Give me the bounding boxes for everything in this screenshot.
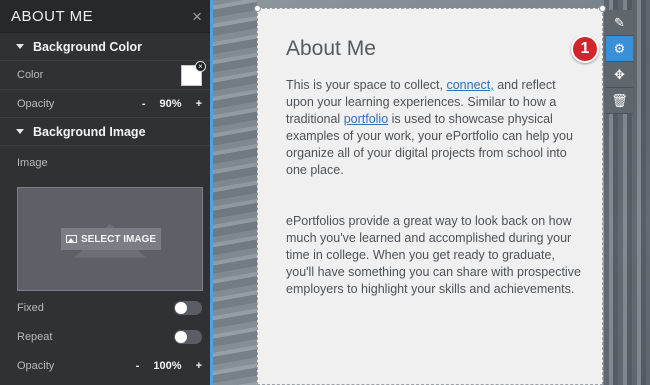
paragraph-intro: This is your space to collect, connect, … bbox=[286, 77, 586, 179]
resize-handle[interactable] bbox=[599, 5, 606, 12]
select-image-label: SELECT IMAGE bbox=[80, 233, 156, 245]
image-opacity-value: 100% bbox=[153, 360, 182, 372]
repeat-label: Repeat bbox=[17, 331, 53, 343]
section-heading: Background Color bbox=[33, 39, 143, 54]
gear-icon[interactable]: ⚙ bbox=[606, 36, 633, 62]
toggle-knob bbox=[175, 331, 187, 343]
trash-icon[interactable]: 🗑 bbox=[606, 88, 633, 114]
paragraph-eportfolios: ePortfolios provide a great way to look … bbox=[286, 214, 581, 296]
opacity-value: 90% bbox=[159, 97, 182, 110]
image-dropzone[interactable]: SELECT IMAGE bbox=[17, 187, 203, 291]
image-label: Image bbox=[17, 157, 48, 169]
close-icon[interactable]: × bbox=[192, 8, 202, 25]
opacity-row: Opacity - 90% + bbox=[0, 90, 210, 118]
resize-handle[interactable] bbox=[254, 5, 261, 12]
image-opacity-increase-button[interactable]: + bbox=[196, 360, 202, 372]
repeat-toggle[interactable] bbox=[174, 330, 202, 344]
fixed-toggle[interactable] bbox=[174, 301, 202, 315]
about-me-section[interactable]: About Me This is your space to collect, … bbox=[254, 5, 606, 385]
color-swatch[interactable]: × bbox=[181, 60, 206, 86]
section-title: About Me bbox=[286, 37, 376, 60]
image-opacity-decrease-button[interactable]: - bbox=[136, 360, 140, 372]
section-background-image[interactable]: Background Image bbox=[0, 118, 210, 146]
color-label: Color bbox=[17, 69, 44, 81]
opacity-stepper: - 90% + bbox=[142, 98, 202, 110]
color-row: Color × bbox=[0, 60, 210, 90]
caret-down-icon bbox=[16, 129, 24, 134]
image-opacity-stepper: - 100% + bbox=[136, 360, 202, 372]
panel-title: ABOUT ME bbox=[11, 7, 94, 25]
text: This is your space to collect, bbox=[286, 78, 447, 92]
opacity-label: Opacity bbox=[17, 97, 55, 110]
opacity-increase-button[interactable]: + bbox=[196, 98, 202, 110]
settings-panel: ABOUT ME × Background Color Color × Opac… bbox=[0, 0, 210, 385]
toggle-knob bbox=[175, 302, 187, 314]
clear-color-icon[interactable]: × bbox=[195, 60, 206, 72]
selection-edge bbox=[210, 0, 213, 385]
background-image bbox=[210, 0, 257, 385]
section-toolbar: ✎ ⚙ ✥ 🗑 bbox=[606, 10, 633, 114]
caret-down-icon bbox=[16, 44, 24, 49]
connect-link[interactable]: connect, bbox=[446, 78, 493, 92]
repeat-row: Repeat bbox=[0, 323, 210, 351]
panel-header: ABOUT ME × bbox=[0, 0, 210, 33]
section-background-color[interactable]: Background Color bbox=[0, 33, 210, 61]
opacity-decrease-button[interactable]: - bbox=[142, 98, 146, 110]
section-heading: Background Image bbox=[33, 124, 146, 139]
fixed-row: Fixed bbox=[0, 294, 210, 322]
portfolio-link[interactable]: portfolio bbox=[344, 112, 388, 126]
select-image-button[interactable]: SELECT IMAGE bbox=[61, 228, 161, 250]
image-opacity-row: Opacity - 100% + bbox=[0, 352, 210, 380]
fixed-label: Fixed bbox=[17, 302, 44, 314]
move-icon[interactable]: ✥ bbox=[606, 62, 633, 88]
image-opacity-label: Opacity bbox=[17, 360, 55, 372]
image-icon bbox=[65, 235, 77, 243]
edit-icon[interactable]: ✎ bbox=[606, 10, 633, 36]
callout-badge: 1 bbox=[571, 35, 599, 63]
